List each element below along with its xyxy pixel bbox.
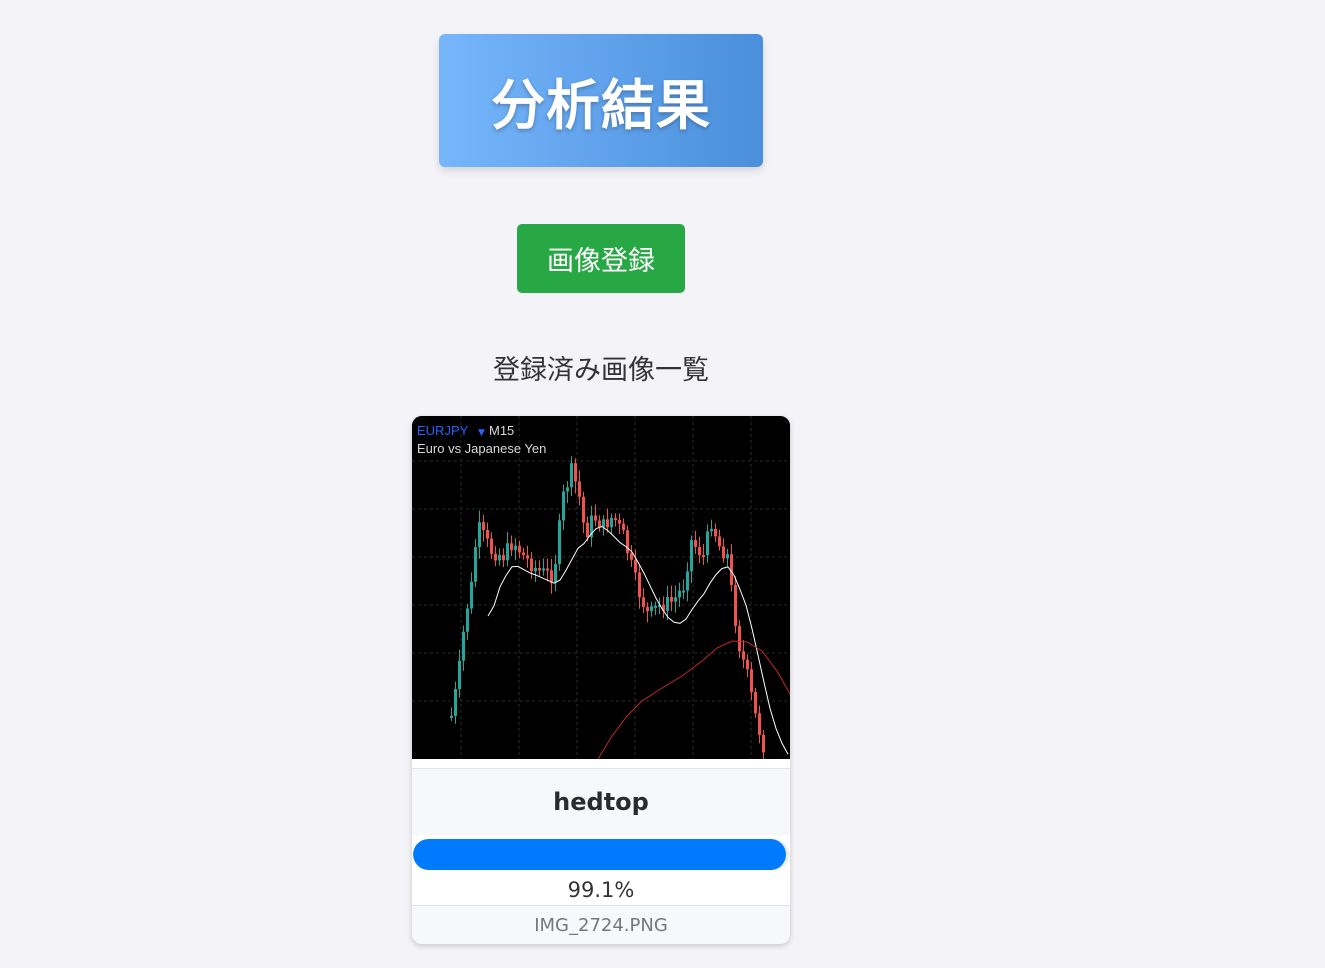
- confidence-progress-bar: [413, 839, 789, 870]
- candle-body: [506, 543, 509, 561]
- candle-body: [622, 523, 625, 531]
- candle-body: [718, 536, 721, 547]
- candle-body: [534, 567, 537, 572]
- candle-body: [742, 651, 745, 660]
- candle-body: [530, 558, 533, 572]
- pattern-name: hedtop: [553, 788, 649, 816]
- candle-body: [462, 631, 465, 661]
- candle-body: [570, 463, 573, 488]
- candle-body: [526, 555, 529, 559]
- candle-body: [710, 528, 713, 532]
- candle-body: [698, 546, 701, 556]
- candle-body: [518, 545, 521, 553]
- candlestick-chart-image: EURJPY ▼ M15 Euro vs Japanese Yen: [412, 416, 790, 759]
- candle-body: [582, 496, 585, 523]
- candle-body: [562, 491, 565, 521]
- candle-body: [650, 606, 653, 612]
- page-title: 分析結果: [491, 74, 711, 137]
- candle-body: [466, 608, 469, 632]
- candle-body: [746, 659, 749, 670]
- candle-body: [726, 554, 729, 559]
- image-filename: IMG_2724.PNG: [534, 915, 668, 936]
- candle-body: [714, 528, 717, 537]
- candle-body: [610, 517, 613, 528]
- candle-body: [686, 571, 689, 591]
- register-image-button[interactable]: 画像登録: [517, 224, 685, 293]
- candle-body: [554, 563, 557, 583]
- candle-body: [542, 568, 545, 571]
- candle-body: [594, 515, 597, 521]
- candle-body: [450, 715, 453, 718]
- candle-body: [674, 597, 677, 602]
- candle-body: [694, 540, 697, 547]
- symbol-dropdown-icon: ▼: [478, 428, 485, 438]
- candle-body: [498, 555, 501, 561]
- candle-body: [474, 546, 477, 582]
- candle-body: [522, 552, 525, 556]
- candle-body: [646, 606, 649, 612]
- candle-body: [722, 546, 725, 559]
- candle-body: [546, 568, 549, 571]
- candle-body: [486, 529, 489, 539]
- candle-body: [558, 520, 561, 564]
- candle-body: [630, 552, 633, 560]
- candle-body: [670, 596, 673, 602]
- candle-body: [682, 590, 685, 593]
- candle-body: [702, 555, 705, 558]
- chart-symbol: EURJPY: [417, 423, 469, 438]
- candle-body: [586, 522, 589, 538]
- candle-body: [754, 692, 757, 714]
- candle-body: [750, 669, 753, 693]
- candle-body: [598, 520, 601, 528]
- candle-body: [510, 543, 513, 551]
- candle-body: [626, 530, 629, 553]
- candle-body: [494, 553, 497, 561]
- candle-body: [642, 597, 645, 607]
- candle-body: [738, 625, 741, 652]
- candle-body: [618, 519, 621, 524]
- candle-body: [550, 570, 553, 583]
- image-card[interactable]: EURJPY ▼ M15 Euro vs Japanese Yen hedtop…: [412, 416, 790, 944]
- candle-body: [574, 463, 577, 482]
- candle-body: [666, 596, 669, 611]
- chart-thumbnail[interactable]: EURJPY ▼ M15 Euro vs Japanese Yen: [412, 416, 790, 759]
- confidence-percent: 99.1%: [567, 878, 635, 902]
- pattern-label-area: hedtop: [412, 768, 790, 835]
- candle-body: [514, 545, 517, 551]
- confidence-progress-fill: [413, 839, 786, 870]
- candle-body: [734, 585, 737, 626]
- candle-body: [606, 519, 609, 528]
- candle-body: [566, 487, 569, 492]
- filename-footer: IMG_2724.PNG: [412, 905, 790, 944]
- candle-body: [758, 713, 761, 735]
- candle-body: [602, 519, 605, 528]
- candle-body: [654, 605, 657, 608]
- candle-body: [578, 481, 581, 497]
- gallery-title: 登録済み画像一覧: [493, 355, 709, 386]
- chart-description: Euro vs Japanese Yen: [417, 441, 546, 456]
- candle-body: [634, 559, 637, 573]
- chart-timeframe: M15: [489, 423, 514, 438]
- candle-body: [678, 590, 681, 598]
- candle-body: [614, 517, 617, 520]
- candle-body: [638, 572, 641, 598]
- result-header: 分析結果: [439, 34, 763, 167]
- candle-body: [538, 567, 541, 571]
- candle-body: [482, 522, 485, 530]
- candle-body: [502, 555, 505, 561]
- candle-body: [690, 540, 693, 572]
- candle-body: [470, 581, 473, 609]
- candle-body: [478, 522, 481, 547]
- candle-body: [458, 660, 461, 690]
- candle-body: [454, 689, 457, 716]
- candle-body: [762, 734, 765, 753]
- candle-body: [490, 538, 493, 554]
- candle-body: [706, 531, 709, 556]
